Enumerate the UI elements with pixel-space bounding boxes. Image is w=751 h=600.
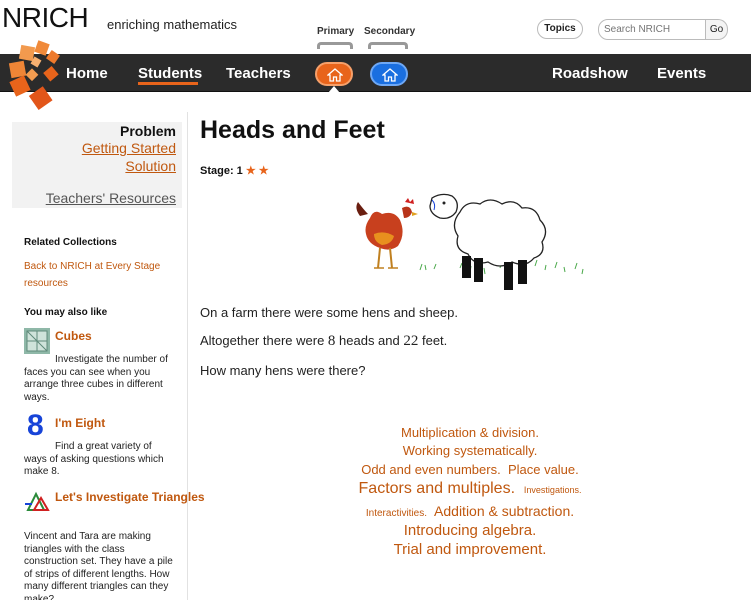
stage-primary-bracket (317, 42, 353, 49)
solution-link[interactable]: Solution (125, 158, 176, 174)
nav-events[interactable]: Events (657, 65, 706, 82)
tag-cloud-row: Interactivities. Addition & subtraction. (365, 503, 575, 519)
main-nav: Home Students Teachers Roadshow Events (0, 54, 751, 92)
tag-link[interactable]: Place value (508, 462, 575, 477)
search-go-button[interactable]: Go (706, 19, 728, 40)
cubes-icon[interactable] (24, 328, 50, 354)
related-item-desc: Investigate the number of faces you can … (24, 354, 168, 403)
problem-text-2: Altogether there were 8 heads and 22 fee… (200, 333, 448, 349)
tag-link[interactable]: Introducing algebra (404, 522, 532, 539)
problem-nav-box: Problem Getting Started Solution Teacher… (12, 122, 182, 208)
stage-indicator: Stage: 1 ★ ★ (200, 164, 269, 177)
related-item-title[interactable]: Let's Investigate Triangles (55, 489, 205, 505)
related-item-title[interactable]: Cubes (55, 328, 92, 344)
stage-secondary-bracket (368, 42, 408, 49)
site-tagline: enriching mathematics (107, 17, 238, 32)
related-collections-heading: Related Collections (24, 237, 117, 248)
tag-link[interactable]: Investigations (524, 485, 579, 495)
tag-cloud-row: Introducing algebra. (403, 522, 537, 539)
sidebar-divider (187, 112, 188, 600)
tag-cloud-row: Factors and multiples. Investigations. (358, 480, 582, 497)
tag-link[interactable]: Factors and multiples (359, 480, 511, 497)
sheep-icon (429, 193, 547, 290)
star-icon: ★ ★ (245, 165, 269, 177)
related-item-desc: Vincent and Tara are making triangles wi… (24, 531, 173, 600)
stage-pointer (328, 86, 340, 93)
tag-cloud-row: Odd and even numbers. Place value. (361, 462, 579, 477)
topics-button[interactable]: Topics (537, 19, 583, 39)
site-logo[interactable]: NRICH (2, 2, 89, 34)
nrich-spiral-logo[interactable] (6, 40, 60, 112)
tag-cloud-row: Multiplication & division. (400, 425, 540, 440)
nav-roadshow[interactable]: Roadshow (552, 65, 628, 82)
teachers-resources-link[interactable]: Teachers' Resources (46, 190, 176, 206)
primary-home-button[interactable] (315, 62, 353, 86)
related-item-desc: Find a great variety of ways of asking q… (24, 441, 164, 477)
stage-secondary-label[interactable]: Secondary (364, 26, 415, 37)
stage-primary-label[interactable]: Primary (317, 26, 354, 37)
hen-and-sheep-illustration (356, 193, 584, 290)
triangles-icon[interactable] (24, 490, 50, 514)
stage-label: Stage: 1 (200, 165, 243, 177)
page-title: Heads and Feet (200, 116, 385, 144)
nav-students[interactable]: Students (138, 65, 202, 82)
tag-cloud-row: Working systematically. (402, 443, 538, 458)
house-icon (327, 68, 343, 82)
tag-link[interactable]: Addition & subtraction (434, 503, 570, 519)
tag-link[interactable]: Trial and improvement (394, 541, 543, 558)
nav-teachers[interactable]: Teachers (226, 65, 291, 82)
house-icon (382, 68, 398, 82)
tag-link[interactable]: Working systematically (403, 443, 534, 458)
eight-icon[interactable]: 8 (27, 409, 44, 443)
problem-label: Problem (119, 123, 176, 139)
nav-active-indicator (138, 82, 198, 85)
search-input[interactable] (598, 19, 706, 40)
problem-question: How many hens were there? (200, 363, 366, 378)
secondary-home-button[interactable] (370, 62, 408, 86)
getting-started-link[interactable]: Getting Started (82, 140, 176, 156)
tag-link[interactable]: Multiplication & division (401, 425, 535, 440)
tag-cloud-row: Trial and improvement. (393, 541, 547, 558)
related-item-title[interactable]: I'm Eight (55, 415, 105, 431)
hen-icon (356, 198, 418, 269)
tag-link[interactable]: Interactivities (366, 508, 424, 519)
also-like-heading: You may also like (24, 307, 108, 318)
nav-home[interactable]: Home (66, 65, 108, 82)
tag-link[interactable]: Odd and even numbers (361, 462, 497, 477)
problem-text-1: On a farm there were some hens and sheep… (200, 305, 458, 320)
related-collection-link[interactable]: Back to NRICH at Every Stage resources (24, 258, 184, 292)
